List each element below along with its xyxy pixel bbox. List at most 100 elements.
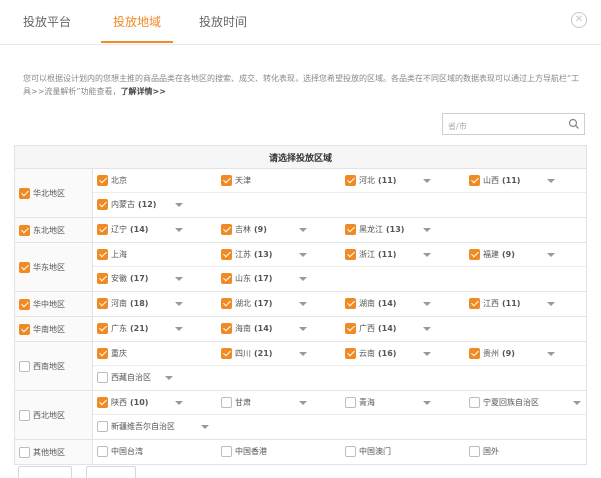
province-item[interactable]: 青海 [345, 397, 375, 408]
region-checkbox-label[interactable]: 其他地区 [19, 446, 92, 458]
province-item[interactable]: 内蒙古 (12) [97, 199, 156, 210]
chevron-down-icon[interactable] [423, 401, 431, 405]
chevron-down-icon[interactable] [175, 401, 183, 405]
province-checkbox[interactable] [469, 348, 480, 359]
province-item[interactable]: 黑龙江 (13) [345, 224, 404, 235]
province-checkbox[interactable] [97, 446, 108, 457]
chevron-down-icon[interactable] [175, 203, 183, 207]
province-item[interactable]: 天津 [221, 175, 251, 186]
region-checkbox-label[interactable]: 华北地区 [19, 187, 92, 199]
province-item[interactable]: 中国澳门 [345, 446, 391, 457]
province-checkbox[interactable] [97, 249, 108, 260]
chevron-down-icon[interactable] [299, 327, 307, 331]
region-checkbox-label[interactable]: 西南地区 [19, 360, 92, 372]
province-checkbox[interactable] [221, 273, 232, 284]
chevron-down-icon[interactable] [299, 253, 307, 257]
province-checkbox[interactable] [345, 323, 356, 334]
province-checkbox[interactable] [345, 175, 356, 186]
province-checkbox[interactable] [97, 348, 108, 359]
province-checkbox[interactable] [97, 199, 108, 210]
close-icon[interactable]: ✕ [571, 12, 587, 28]
province-checkbox[interactable] [97, 372, 108, 383]
region-checkbox[interactable] [19, 323, 30, 335]
province-checkbox[interactable] [97, 323, 108, 334]
chevron-down-icon[interactable] [423, 327, 431, 331]
tab-platform[interactable]: 投放平台 [23, 13, 71, 30]
province-item[interactable]: 湖北 (17) [221, 298, 272, 309]
province-item[interactable]: 山西 (11) [469, 175, 520, 186]
chevron-down-icon[interactable] [175, 277, 183, 281]
province-checkbox[interactable] [221, 298, 232, 309]
province-checkbox[interactable] [345, 224, 356, 235]
region-checkbox[interactable] [19, 298, 30, 310]
region-checkbox[interactable] [19, 187, 30, 199]
province-checkbox[interactable] [469, 298, 480, 309]
province-checkbox[interactable] [345, 348, 356, 359]
region-checkbox-label[interactable]: 华南地区 [19, 323, 92, 335]
province-item[interactable]: 海南 (14) [221, 323, 272, 334]
province-item[interactable]: 四川 (21) [221, 348, 272, 359]
province-item[interactable]: 西藏自治区 [97, 372, 151, 383]
province-item[interactable]: 广西 (14) [345, 323, 396, 334]
province-item[interactable]: 云南 (16) [345, 348, 396, 359]
region-checkbox-label[interactable]: 华中地区 [19, 298, 92, 310]
chevron-down-icon[interactable] [175, 302, 183, 306]
chevron-down-icon[interactable] [165, 376, 173, 380]
province-item[interactable]: 中国台湾 [97, 446, 143, 457]
province-checkbox[interactable] [469, 446, 480, 457]
province-item[interactable]: 山东 (17) [221, 273, 272, 284]
province-checkbox[interactable] [221, 175, 232, 186]
cancel-button[interactable] [86, 466, 136, 478]
chevron-down-icon[interactable] [573, 401, 581, 405]
region-checkbox[interactable] [19, 446, 30, 458]
chevron-down-icon[interactable] [423, 253, 431, 257]
chevron-down-icon[interactable] [423, 352, 431, 356]
province-checkbox[interactable] [97, 175, 108, 186]
province-checkbox[interactable] [97, 224, 108, 235]
region-checkbox-label[interactable]: 华东地区 [19, 261, 92, 273]
province-item[interactable]: 广东 (21) [97, 323, 148, 334]
region-checkbox-label[interactable]: 西北地区 [19, 409, 92, 421]
province-item[interactable]: 陕西 (10) [97, 397, 148, 408]
region-checkbox[interactable] [19, 261, 30, 273]
province-checkbox[interactable] [221, 446, 232, 457]
province-item[interactable]: 重庆 [97, 348, 127, 359]
chevron-down-icon[interactable] [547, 302, 555, 306]
province-item[interactable]: 贵州 (9) [469, 348, 515, 359]
province-checkbox[interactable] [97, 397, 108, 408]
chevron-down-icon[interactable] [299, 228, 307, 232]
search-input[interactable] [443, 116, 561, 137]
chevron-down-icon[interactable] [547, 179, 555, 183]
region-checkbox[interactable] [19, 360, 30, 372]
chevron-down-icon[interactable] [299, 302, 307, 306]
province-checkbox[interactable] [97, 421, 108, 432]
province-item[interactable]: 浙江 (11) [345, 249, 396, 260]
region-checkbox[interactable] [19, 224, 30, 236]
province-item[interactable]: 中国香港 [221, 446, 267, 457]
search-icon[interactable] [568, 118, 580, 130]
confirm-button[interactable] [18, 466, 72, 478]
chevron-down-icon[interactable] [299, 401, 307, 405]
province-checkbox[interactable] [469, 175, 480, 186]
province-checkbox[interactable] [221, 348, 232, 359]
province-item[interactable]: 河北 (11) [345, 175, 396, 186]
province-item[interactable]: 国外 [469, 446, 499, 457]
province-item[interactable]: 甘肃 [221, 397, 251, 408]
province-checkbox[interactable] [469, 249, 480, 260]
region-checkbox-label[interactable]: 东北地区 [19, 224, 92, 236]
chevron-down-icon[interactable] [423, 228, 431, 232]
province-checkbox[interactable] [345, 397, 356, 408]
chevron-down-icon[interactable] [201, 425, 209, 429]
province-item[interactable]: 河南 (18) [97, 298, 148, 309]
chevron-down-icon[interactable] [175, 327, 183, 331]
chevron-down-icon[interactable] [299, 352, 307, 356]
province-item[interactable]: 宁夏回族自治区 [469, 397, 539, 408]
province-item[interactable]: 北京 [97, 175, 127, 186]
province-checkbox[interactable] [221, 224, 232, 235]
chevron-down-icon[interactable] [423, 302, 431, 306]
tab-region[interactable]: 投放地域 [113, 13, 161, 30]
chevron-down-icon[interactable] [175, 228, 183, 232]
province-checkbox[interactable] [97, 298, 108, 309]
province-item[interactable]: 新疆维吾尔自治区 [97, 421, 175, 432]
province-item[interactable]: 辽宁 (14) [97, 224, 148, 235]
